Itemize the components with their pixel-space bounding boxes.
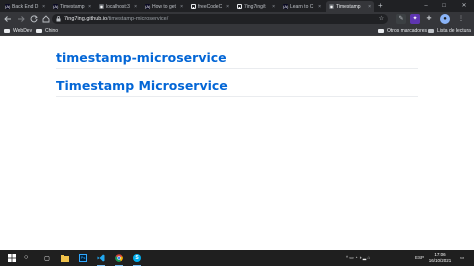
close-icon[interactable]: × [368,4,371,10]
notifications-icon[interactable]: ▭ [460,252,464,264]
tab-strip: (A) Back End D × (A) Timestamp × ◉ local… [0,0,474,12]
tab-freecodecamp-github[interactable]: ● freeCodeC × [188,1,232,12]
tab-title: 7ing7ing/t [244,3,266,10]
tab-title: Back End D [12,3,39,10]
system-clock[interactable]: 17:06 16/10/2021 [426,252,454,264]
page-content: timestamp-microservice Timestamp Microse… [0,37,474,250]
windows-logo-icon [8,254,16,262]
tab-timestamp-active[interactable]: ◉ Timestamp × [326,1,374,12]
bookmark-label: Otros marcadores [387,28,428,34]
tab-title: Timestamp [60,3,85,10]
bookmarks-bar: WebDev Chino Otros marcadores Lista de l… [0,26,474,36]
photoshop-logo: Ps [79,254,87,262]
lock-icon [56,16,61,22]
folder-icon [4,29,10,33]
start-button[interactable] [5,250,19,266]
divider [56,96,418,97]
url-host: 7ing7ing.github.io [64,16,108,22]
tab-how-to-get[interactable]: (A) How to get × [142,1,186,12]
freecodecamp-icon: (A) [145,4,151,9]
bookmark-label: Lista de lectura [437,28,471,34]
extension-icon[interactable]: ✦ [410,14,420,24]
tab-localhost[interactable]: ◉ localhost:3 × [96,1,140,12]
bookmark-star-icon[interactable]: ☆ [379,14,384,24]
close-window-button[interactable]: ✕ [456,0,472,12]
skype-logo: S [133,254,141,262]
globe-icon: ◉ [329,4,334,9]
language-indicator[interactable]: ESP [415,252,424,264]
profile-avatar[interactable]: ● [440,14,450,24]
home-icon [42,15,50,23]
forward-button[interactable] [16,14,26,24]
close-icon[interactable]: × [318,4,321,10]
tab-title: freeCodeC [198,3,223,10]
windows-taskbar: ○ ▢ Ps S ^ ▭ ◔ ◑ ▂ ⌂ ESP 17:06 16/10/202… [0,250,474,266]
extensions-puzzle-icon[interactable]: ✚ [424,14,434,24]
tab-title: How to get [152,3,176,10]
section-heading[interactable]: Timestamp Microservice [56,78,228,93]
task-view-icon[interactable]: ▢ [40,250,54,266]
close-icon[interactable]: × [226,4,229,10]
close-icon[interactable]: × [42,4,45,10]
back-button[interactable] [3,14,13,24]
bookmark-folder-webdev[interactable]: WebDev [4,27,32,35]
file-explorer-icon[interactable] [58,250,72,266]
freecodecamp-icon: (A) [5,4,11,9]
extension-icon[interactable]: ✎ [396,14,406,24]
tray-icons[interactable]: ^ ▭ ◔ ◑ ▂ ⌂ [346,252,370,264]
folder-icon [36,29,42,33]
tab-title: Timestamp [336,3,361,10]
bookmark-label: Chino [45,28,59,34]
tab-timestamp-fcc[interactable]: (A) Timestamp × [50,1,94,12]
close-icon[interactable]: × [272,4,275,10]
freecodecamp-icon: (A) [53,4,59,9]
tab-title: Learn to C [290,3,314,10]
github-icon: ● [191,4,196,10]
reading-list-icon [428,29,434,33]
maximize-button[interactable]: □ [436,0,452,12]
home-button[interactable] [41,14,51,24]
freecodecamp-icon: (A) [283,4,289,9]
tab-learn-to-code[interactable]: (A) Learn to C × [280,1,324,12]
github-icon: ● [237,4,242,10]
url-text: 7ing7ing.github.io/timestamp-microservic… [64,15,168,23]
photoshop-icon[interactable]: Ps [76,250,90,266]
folder-icon [378,29,384,33]
close-icon[interactable]: × [134,4,137,10]
new-tab-button[interactable]: + [378,1,383,11]
close-icon[interactable]: × [180,4,183,10]
search-icon[interactable]: ○ [24,254,28,262]
tab-back-end[interactable]: (A) Back End D × [2,1,48,12]
chrome-icon[interactable] [112,250,126,266]
address-bar[interactable]: 7ing7ing.github.io/timestamp-microservic… [52,14,388,24]
tab-title: localhost:3 [106,3,130,10]
arrow-right-icon [18,16,25,22]
arrow-left-icon [4,16,11,22]
skype-icon[interactable]: S [130,250,144,266]
menu-dots-icon[interactable]: ⋮ [456,14,466,24]
minimize-button[interactable]: – [418,0,434,12]
url-path: /timestamp-microservice/ [107,16,169,22]
close-icon[interactable]: × [88,4,91,10]
vscode-icon[interactable] [94,250,108,266]
clock-date: 16/10/2021 [428,258,452,263]
vscode-logo-icon [97,254,105,262]
tab-7ing7ing-github[interactable]: ● 7ing7ing/t × [234,1,278,12]
folder-icon [61,254,69,262]
chrome-logo-icon [115,254,123,262]
browser-toolbar: 7ing7ing.github.io/timestamp-microservic… [0,12,474,26]
divider [56,68,418,69]
bookmark-folder-chino[interactable]: Chino [36,27,58,35]
bookmark-label: WebDev [13,28,33,34]
page-title[interactable]: timestamp-microservice [56,50,227,65]
reload-icon [30,15,38,23]
globe-icon: ◉ [99,4,104,9]
reload-button[interactable] [29,14,39,24]
bookmark-folder-other[interactable]: Otros marcadores [378,27,427,35]
reading-list[interactable]: Lista de lectura [428,27,471,35]
